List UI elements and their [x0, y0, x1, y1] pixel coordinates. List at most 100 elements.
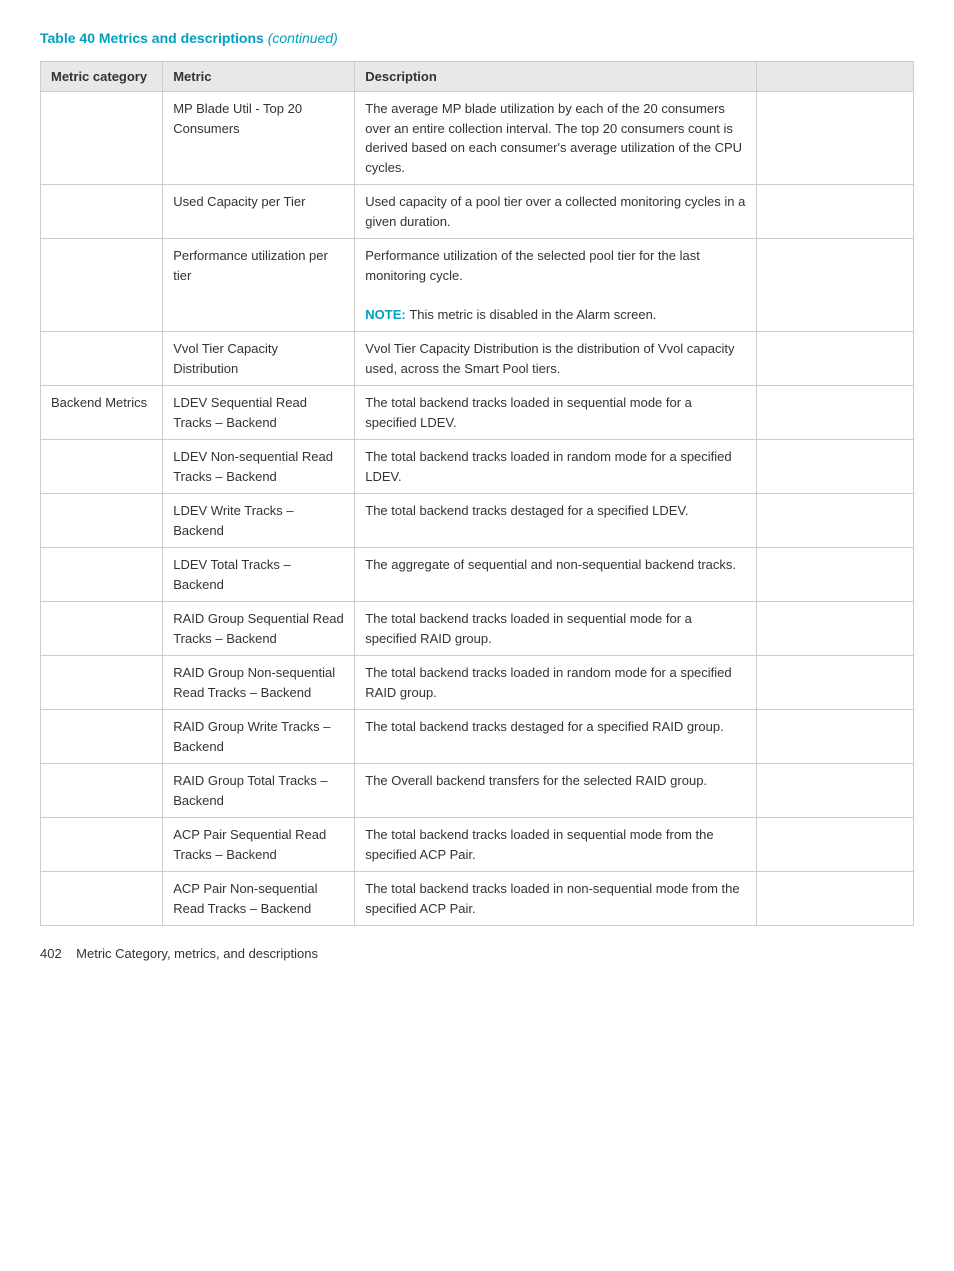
- table-row: LDEV Non-sequential Read Tracks – Backen…: [41, 440, 914, 494]
- cell-metric: RAID Group Non-sequential Read Tracks – …: [163, 656, 355, 710]
- cell-category: [41, 872, 163, 926]
- cell-category: [41, 494, 163, 548]
- cell-category: [41, 656, 163, 710]
- cell-metric: LDEV Non-sequential Read Tracks – Backen…: [163, 440, 355, 494]
- table-row: LDEV Total Tracks – Backend The aggregate…: [41, 548, 914, 602]
- cell-metric: MP Blade Util - Top 20 Consumers: [163, 92, 355, 185]
- table-row: MP Blade Util - Top 20 ConsumersThe aver…: [41, 92, 914, 185]
- table-row: RAID Group Non-sequential Read Tracks – …: [41, 656, 914, 710]
- description-text: The total backend tracks destaged for a …: [365, 719, 723, 734]
- cell-description: The total backend tracks loaded in seque…: [355, 818, 757, 872]
- description-text: The total backend tracks loaded in rando…: [365, 665, 731, 700]
- cell-extra: [756, 332, 913, 386]
- cell-category: Backend Metrics: [41, 386, 163, 440]
- description-text: Performance utilization of the selected …: [365, 248, 700, 283]
- cell-extra: [756, 185, 913, 239]
- page-heading: Table 40 Metrics and descriptions (conti…: [40, 30, 914, 46]
- cell-description: The aggregate of sequential and non-sequ…: [355, 548, 757, 602]
- page-footer: 402 Metric Category, metrics, and descri…: [40, 946, 914, 961]
- metrics-table: Metric category Metric Description MP Bl…: [40, 61, 914, 926]
- cell-metric: RAID Group Write Tracks – Backend: [163, 710, 355, 764]
- cell-description: The total backend tracks destaged for a …: [355, 710, 757, 764]
- cell-category: [41, 764, 163, 818]
- cell-extra: [756, 494, 913, 548]
- cell-description: The total backend tracks destaged for a …: [355, 494, 757, 548]
- description-text: The average MP blade utilization by each…: [365, 101, 742, 175]
- note-label: NOTE:: [365, 307, 409, 322]
- col-header-extra: [756, 62, 913, 92]
- cell-description: The Overall backend transfers for the se…: [355, 764, 757, 818]
- cell-description: The total backend tracks loaded in non-s…: [355, 872, 757, 926]
- cell-metric: Vvol Tier Capacity Distribution: [163, 332, 355, 386]
- description-text: The total backend tracks loaded in rando…: [365, 449, 731, 484]
- table-row: LDEV Write Tracks – Backend The total bac…: [41, 494, 914, 548]
- cell-metric: ACP Pair Non-sequential Read Tracks – Ba…: [163, 872, 355, 926]
- description-text: The aggregate of sequential and non-sequ…: [365, 557, 736, 572]
- cell-extra: [756, 764, 913, 818]
- cell-metric: Used Capacity per Tier: [163, 185, 355, 239]
- cell-category: [41, 548, 163, 602]
- cell-description: The total backend tracks loaded in rando…: [355, 440, 757, 494]
- cell-extra: [756, 818, 913, 872]
- note-container: NOTE: This metric is disabled in the Ala…: [365, 307, 656, 322]
- table-row: Backend MetricsLDEV Sequential Read Trac…: [41, 386, 914, 440]
- table-row: RAID Group Total Tracks – Backend The Ove…: [41, 764, 914, 818]
- footer-text: Metric Category, metrics, and descriptio…: [76, 946, 318, 961]
- cell-description: Used capacity of a pool tier over a coll…: [355, 185, 757, 239]
- description-text: Used capacity of a pool tier over a coll…: [365, 194, 745, 229]
- note-text: This metric is disabled in the Alarm scr…: [409, 307, 656, 322]
- cell-description: The total backend tracks loaded in seque…: [355, 602, 757, 656]
- cell-description: Performance utilization of the selected …: [355, 239, 757, 332]
- description-text: The total backend tracks loaded in seque…: [365, 611, 692, 646]
- col-header-description: Description: [355, 62, 757, 92]
- table-title: Metrics and descriptions: [99, 30, 264, 46]
- col-header-category: Metric category: [41, 62, 163, 92]
- table-row: Vvol Tier Capacity Distribution Vvol Tier…: [41, 332, 914, 386]
- cell-metric: LDEV Sequential Read Tracks – Backend: [163, 386, 355, 440]
- cell-extra: [756, 92, 913, 185]
- description-text: The Overall backend transfers for the se…: [365, 773, 707, 788]
- cell-category: [41, 332, 163, 386]
- cell-category: [41, 92, 163, 185]
- table-row: ACP Pair Non-sequential Read Tracks – Ba…: [41, 872, 914, 926]
- cell-extra: [756, 602, 913, 656]
- cell-metric: LDEV Total Tracks – Backend: [163, 548, 355, 602]
- table-header-row: Metric category Metric Description: [41, 62, 914, 92]
- cell-description: The total backend tracks loaded in rando…: [355, 656, 757, 710]
- cell-extra: [756, 386, 913, 440]
- cell-metric: RAID Group Total Tracks – Backend: [163, 764, 355, 818]
- table-row: Performance utilization per tier Performa…: [41, 239, 914, 332]
- cell-metric: LDEV Write Tracks – Backend: [163, 494, 355, 548]
- table-row: RAID Group Write Tracks – Backend The tot…: [41, 710, 914, 764]
- page-number: 402: [40, 946, 62, 961]
- cell-extra: [756, 656, 913, 710]
- table-number: Table 40: [40, 30, 95, 46]
- cell-category: [41, 185, 163, 239]
- table-row: ACP Pair Sequential Read Tracks – Backen…: [41, 818, 914, 872]
- cell-description: The total backend tracks loaded in seque…: [355, 386, 757, 440]
- description-text: The total backend tracks loaded in seque…: [365, 827, 713, 862]
- cell-metric: Performance utilization per tier: [163, 239, 355, 332]
- cell-category: [41, 602, 163, 656]
- cell-extra: [756, 440, 913, 494]
- description-text: The total backend tracks destaged for a …: [365, 503, 688, 518]
- cell-category: [41, 818, 163, 872]
- description-text: Vvol Tier Capacity Distribution is the d…: [365, 341, 734, 376]
- cell-extra: [756, 548, 913, 602]
- cell-extra: [756, 872, 913, 926]
- cell-category: [41, 440, 163, 494]
- col-header-metric: Metric: [163, 62, 355, 92]
- cell-metric: RAID Group Sequential Read Tracks – Back…: [163, 602, 355, 656]
- cell-metric: ACP Pair Sequential Read Tracks – Backen…: [163, 818, 355, 872]
- cell-extra: [756, 710, 913, 764]
- cell-extra: [756, 239, 913, 332]
- cell-description: Vvol Tier Capacity Distribution is the d…: [355, 332, 757, 386]
- cell-category: [41, 239, 163, 332]
- table-continued: (continued): [268, 30, 338, 46]
- table-row: Used Capacity per Tier Used capacity of a…: [41, 185, 914, 239]
- cell-description: The average MP blade utilization by each…: [355, 92, 757, 185]
- description-text: The total backend tracks loaded in seque…: [365, 395, 692, 430]
- description-text: The total backend tracks loaded in non-s…: [365, 881, 739, 916]
- table-row: RAID Group Sequential Read Tracks – Back…: [41, 602, 914, 656]
- cell-category: [41, 710, 163, 764]
